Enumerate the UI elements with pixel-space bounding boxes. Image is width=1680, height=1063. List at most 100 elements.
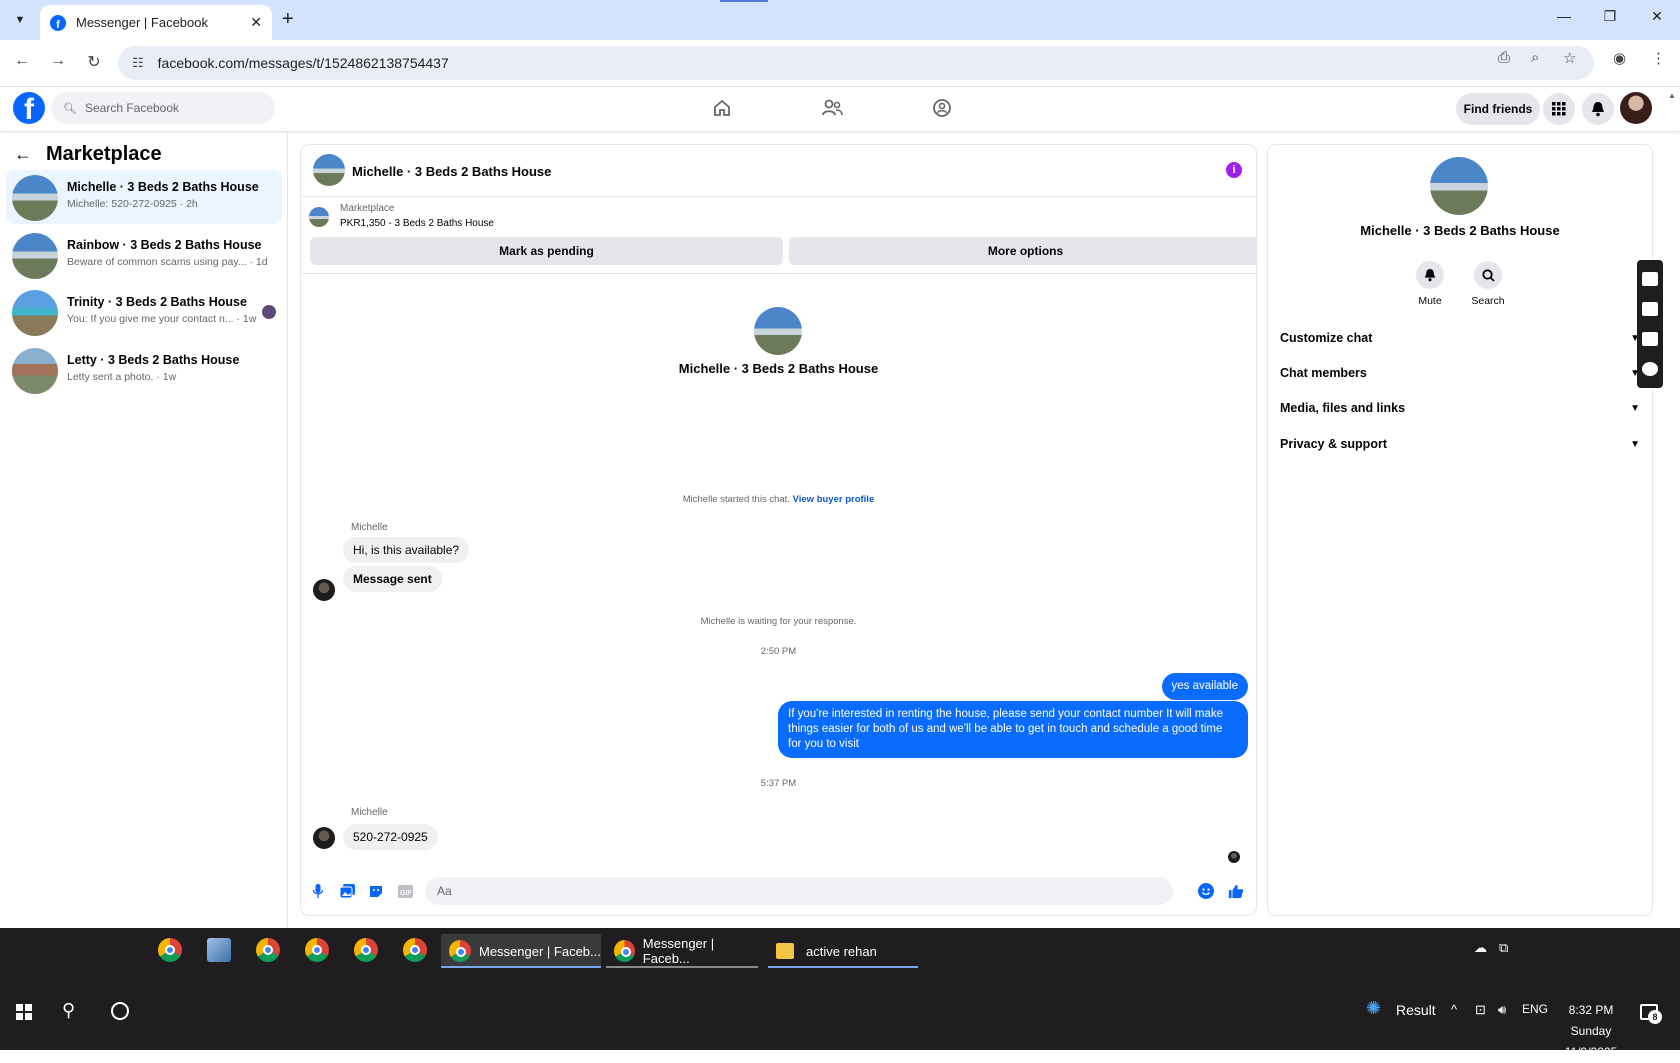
facebook-logo-icon[interactable]: f <box>13 92 45 124</box>
loading-indicator <box>720 0 768 2</box>
meet-now-icon[interactable]: ⧉ <box>1499 940 1508 956</box>
minimize-icon[interactable]: — <box>1552 8 1576 24</box>
active-indicator <box>441 966 601 968</box>
home-icon[interactable] <box>706 95 738 121</box>
sticker-icon[interactable] <box>368 883 384 899</box>
weather-icon[interactable]: ✺ <box>1366 998 1381 1019</box>
network-icon[interactable]: ⊡ <box>1475 1002 1486 1018</box>
photo-icon[interactable] <box>339 883 355 899</box>
chrome-profile-icon[interactable] <box>305 938 329 962</box>
site-info-icon[interactable]: ☷ <box>132 55 144 71</box>
tab-search-chevron-icon[interactable]: ▼ <box>8 8 32 32</box>
find-friends-button[interactable]: Find friends <box>1456 93 1540 125</box>
facebook-search-input[interactable]: 🔍︎ Search Facebook <box>51 92 275 124</box>
message-bubble-incoming[interactable]: 520-272-0925 <box>343 824 438 850</box>
seen-receipt-avatar <box>1228 851 1240 863</box>
search-icon[interactable]: ⚲ <box>62 1000 75 1021</box>
conversation-item-trinity[interactable]: Trinity · 3 Beds 2 Baths House You: If y… <box>6 285 282 339</box>
running-indicator <box>768 966 918 968</box>
privacy-support-section[interactable]: Privacy & support ▼ <box>1280 429 1640 459</box>
scroll-up-arrow-icon[interactable]: ▲ <box>1668 91 1676 100</box>
omnibox[interactable]: ☷ facebook.com/messages/t/15248621387544… <box>118 46 1594 80</box>
chrome-icon[interactable] <box>158 938 182 962</box>
more-options-button[interactable]: More options <box>789 237 1256 265</box>
chat-profile-picture[interactable] <box>754 307 802 355</box>
listing-thumbnail <box>309 207 329 227</box>
onedrive-icon[interactable]: ☁ <box>1474 940 1487 956</box>
message-bubble-incoming[interactable]: Hi, is this available? <box>343 537 470 563</box>
taskbar-task-messenger-1[interactable]: Messenger | Faceb... <box>441 934 601 968</box>
thumbs-up-icon[interactable] <box>1228 883 1244 899</box>
chat-started-text: Michelle started this chat. <box>682 494 790 505</box>
camera-icon[interactable] <box>1642 272 1658 286</box>
zoom-icon[interactable]: ⌕ <box>1531 49 1539 66</box>
weather-label[interactable]: Result <box>1396 1002 1436 1018</box>
window-icon[interactable] <box>1642 332 1658 346</box>
menu-kebab-icon[interactable]: ⋮ <box>1651 49 1666 67</box>
details-profile-picture[interactable] <box>1430 157 1488 215</box>
volume-icon[interactable]: 🔊︎ <box>1498 1002 1506 1018</box>
mark-as-pending-button[interactable]: Mark as pending <box>310 237 783 265</box>
back-arrow-icon[interactable]: ← <box>14 144 32 165</box>
browser-tab[interactable]: f Messenger | Facebook ✕ <box>40 5 272 40</box>
restore-icon[interactable]: ❐ <box>1598 8 1622 25</box>
gear-icon[interactable] <box>1642 362 1658 376</box>
conversation-item-letty[interactable]: Letty · 3 Beds 2 Baths House Letty sent … <box>6 343 282 397</box>
emoji-icon[interactable] <box>1198 883 1214 899</box>
video-icon[interactable] <box>1642 302 1658 316</box>
listing-thumbnail <box>12 175 58 221</box>
show-hidden-icons-chevron-icon[interactable]: ^ <box>1451 1002 1457 1017</box>
chat-avatar[interactable] <box>313 154 345 186</box>
chrome-icon <box>449 940 471 962</box>
chrome-profile-icon[interactable] <box>354 938 378 962</box>
notification-center-icon[interactable]: 8 <box>1640 1004 1662 1024</box>
chat-members-section[interactable]: Chat members ▼ <box>1280 358 1640 388</box>
section-label: Privacy & support <box>1280 437 1387 451</box>
info-icon[interactable]: i <box>1226 162 1242 178</box>
taskbar-task-folder[interactable]: active rehan <box>768 934 918 968</box>
message-input[interactable]: Aa <box>425 877 1173 905</box>
groups-icon[interactable] <box>926 95 958 121</box>
listing-price: PKR1,350 - 3 Beds 2 Baths House <box>340 218 494 229</box>
message-bubble-incoming[interactable]: Message sent <box>343 566 442 592</box>
bookmark-star-icon[interactable]: ☆ <box>1563 49 1576 67</box>
windows-start-icon[interactable] <box>16 1004 32 1020</box>
running-indicator <box>606 966 758 968</box>
new-tab-button[interactable]: + <box>282 8 294 31</box>
section-label: Customize chat <box>1280 331 1373 345</box>
menu-grid-icon[interactable] <box>1543 93 1575 125</box>
forward-arrow-icon[interactable]: → <box>47 52 69 70</box>
notepad-icon[interactable] <box>207 938 231 962</box>
mute-button[interactable]: Mute <box>1406 261 1454 307</box>
taskbar-task-messenger-2[interactable]: Messenger | Faceb... <box>606 934 758 968</box>
section-label: Chat members <box>1280 366 1367 380</box>
search-in-chat-button[interactable]: Search <box>1464 261 1512 307</box>
marketplace-label: Marketplace <box>340 203 395 214</box>
message-bubble-outgoing[interactable]: yes available <box>1161 673 1248 700</box>
view-buyer-profile-link[interactable]: View buyer profile <box>793 494 875 505</box>
chrome-profile-icon[interactable] <box>256 938 280 962</box>
microphone-icon[interactable] <box>310 883 326 899</box>
account-avatar[interactable] <box>1620 92 1652 124</box>
close-window-icon[interactable]: ✕ <box>1645 8 1669 25</box>
back-arrow-icon[interactable]: ← <box>11 52 33 70</box>
notifications-bell-icon[interactable] <box>1582 93 1614 125</box>
chrome-profile-icon[interactable] <box>403 938 427 962</box>
conversation-item-rainbow[interactable]: Rainbow · 3 Beds 2 Baths House Beware of… <box>6 228 282 282</box>
reload-icon[interactable]: ↻ <box>83 52 105 72</box>
profile-icon[interactable]: ◉ <box>1613 49 1626 67</box>
search-icon: 🔍︎ <box>63 102 77 115</box>
media-files-links-section[interactable]: Media, files and links ▼ <box>1280 393 1640 423</box>
install-app-icon[interactable]: ⎙ <box>1498 49 1510 66</box>
close-tab-icon[interactable]: ✕ <box>250 14 262 31</box>
system-clock[interactable]: 8:32 PM Sunday 11/9/2025 <box>1550 1000 1632 1063</box>
conversation-item-michelle[interactable]: Michelle · 3 Beds 2 Baths House Michelle… <box>6 170 282 224</box>
cortana-icon[interactable] <box>111 1002 129 1020</box>
friends-icon[interactable] <box>816 95 848 121</box>
language-indicator[interactable]: ENG <box>1522 1002 1548 1016</box>
chevron-down-icon: ▼ <box>1630 402 1640 414</box>
gif-icon[interactable]: GIF <box>397 883 413 899</box>
customize-chat-section[interactable]: Customize chat ▼ <box>1280 323 1640 353</box>
message-bubble-outgoing[interactable]: If you're interested in renting the hous… <box>778 701 1248 758</box>
chat-title[interactable]: Michelle · 3 Beds 2 Baths House <box>352 164 551 179</box>
